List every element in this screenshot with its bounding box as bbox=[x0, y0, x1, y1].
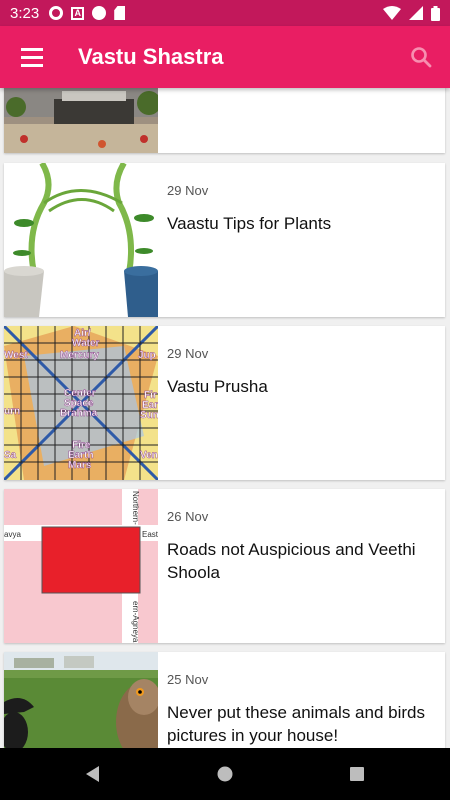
article-card[interactable]: 29 Nov Vaastu Tips for Plants bbox=[4, 163, 445, 317]
roads-diagram-thumbnail: avya East Northern- ern-Agneya bbox=[4, 489, 158, 643]
article-card[interactable]: Air/ Water Mercury West Jup Center Space… bbox=[4, 326, 445, 480]
circle-icon bbox=[92, 6, 107, 20]
article-date: 25 Nov bbox=[167, 672, 209, 687]
article-feed[interactable]: 29 Nov Vaastu Tips for Plants Air/ Water… bbox=[0, 88, 450, 748]
article-title: Vaastu Tips for Plants bbox=[167, 214, 332, 233]
grid-label: Mars bbox=[68, 460, 92, 471]
road-label: ern-Agneya bbox=[131, 601, 140, 643]
road-label: Northern- bbox=[131, 491, 140, 525]
grid-label: Sa bbox=[4, 450, 17, 461]
article-card[interactable]: 25 Nov Never put these animals and birds… bbox=[4, 652, 445, 748]
article-card[interactable] bbox=[4, 88, 445, 153]
article-card[interactable]: avya East Northern- ern-Agneya 26 Nov Ro… bbox=[4, 489, 445, 643]
battery-icon bbox=[431, 5, 440, 21]
recents-icon[interactable] bbox=[345, 762, 369, 786]
grid-label: Jup bbox=[138, 350, 156, 361]
grid-label: urn bbox=[4, 406, 20, 417]
road-label: East bbox=[142, 530, 158, 539]
article-title: Never put these animals and birds pictur… bbox=[167, 703, 425, 745]
search-button[interactable] bbox=[396, 32, 446, 82]
status-time: 3:23 bbox=[10, 4, 40, 22]
home-icon[interactable] bbox=[213, 762, 237, 786]
article-title: Vastu Prusha bbox=[167, 377, 268, 396]
app-bar: Vastu Shastra bbox=[0, 26, 450, 88]
owl-crow-thumbnail bbox=[4, 652, 158, 748]
grid-label: Ven bbox=[140, 450, 158, 461]
search-icon[interactable] bbox=[410, 46, 432, 68]
grid-label: Sun bbox=[140, 410, 158, 421]
vastu-purusha-grid-thumbnail: Air/ Water Mercury West Jup Center Space… bbox=[4, 326, 158, 480]
grid-label: West bbox=[4, 350, 28, 361]
road-label: avya bbox=[4, 530, 21, 539]
signal-icon bbox=[409, 6, 423, 20]
article-title: Roads not Auspicious and Veethi Shoola bbox=[167, 540, 416, 582]
fountain-thumbnail bbox=[4, 88, 158, 153]
grid-label: Water bbox=[72, 338, 100, 349]
sd-card-icon bbox=[114, 6, 126, 20]
grid-label: Mercury bbox=[60, 350, 99, 361]
wifi-icon bbox=[383, 6, 401, 20]
system-nav-bar bbox=[0, 748, 450, 800]
menu-icon[interactable] bbox=[0, 26, 62, 88]
back-icon[interactable] bbox=[81, 762, 105, 786]
article-date: 26 Nov bbox=[167, 509, 209, 524]
article-date: 29 Nov bbox=[167, 346, 209, 361]
gear-icon bbox=[49, 6, 64, 20]
grid-label: Brahma bbox=[60, 408, 98, 419]
a-icon: A bbox=[71, 6, 85, 20]
article-date: 29 Nov bbox=[167, 183, 209, 198]
app-title: Vastu Shastra bbox=[78, 44, 224, 69]
status-bar: 3:23 A bbox=[0, 0, 450, 26]
bamboo-plants-thumbnail bbox=[4, 163, 158, 317]
